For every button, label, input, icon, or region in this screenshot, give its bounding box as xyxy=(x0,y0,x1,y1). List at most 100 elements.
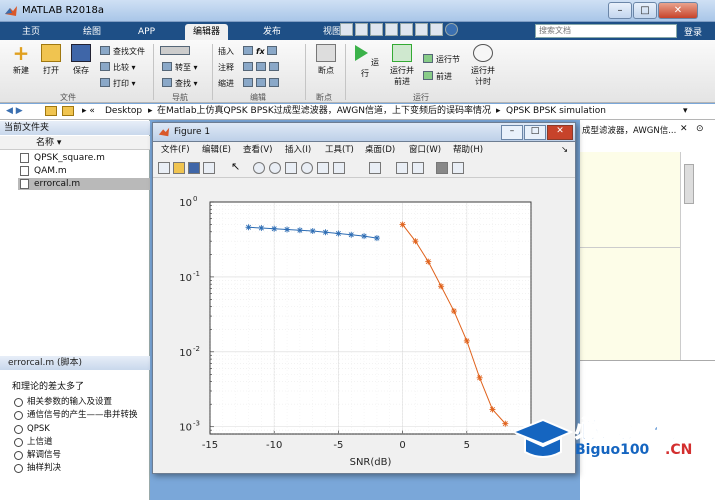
nav-back-forward-buttons[interactable] xyxy=(160,45,193,58)
find-button[interactable]: 查找 ▾ xyxy=(162,77,198,90)
code-section-item[interactable]: QPSK xyxy=(14,423,154,435)
run-section-button[interactable]: 运行节 xyxy=(423,53,460,66)
insert-button[interactable]: 插入 xyxy=(218,45,234,58)
y-tick-exponent: 0 xyxy=(193,195,197,203)
run-button[interactable]: 运行 xyxy=(350,44,380,79)
tab-editor[interactable]: 编辑器 xyxy=(185,24,229,40)
code-section-item[interactable]: 通信信号的产生——串并转换 xyxy=(14,409,154,421)
open-file-icon[interactable] xyxy=(173,162,185,174)
folder-icon xyxy=(41,44,61,62)
goto-button[interactable]: 转至 ▾ xyxy=(162,61,198,74)
undo-icon[interactable] xyxy=(400,23,413,36)
save-figure-icon[interactable] xyxy=(188,162,200,174)
link-plot-icon[interactable] xyxy=(369,162,381,174)
menu-tools[interactable]: 工具(T) xyxy=(325,143,354,157)
dock-arrow-icon[interactable]: ↘ xyxy=(561,143,568,157)
close-icon[interactable]: ✕ xyxy=(680,124,688,134)
open-button[interactable]: 打开 xyxy=(36,44,66,76)
breadcrumb-folder[interactable]: QPSK BPSK simulation xyxy=(506,104,606,119)
help-icon[interactable] xyxy=(445,23,458,36)
code-section-item[interactable]: 解调信号 xyxy=(14,449,154,461)
menu-window[interactable]: 窗口(W) xyxy=(409,143,441,157)
breakpoints-button[interactable]: 断点 xyxy=(311,44,341,76)
comment-icons[interactable] xyxy=(243,61,299,74)
breadcrumb-desktop[interactable]: Desktop xyxy=(105,104,142,119)
code-section-item[interactable]: 相关参数的输入及设置 xyxy=(14,396,154,408)
cut-icon[interactable] xyxy=(355,23,368,36)
run-and-time-button[interactable]: 运行并 计时 xyxy=(467,44,499,87)
search-documentation-input[interactable]: 搜索文档 xyxy=(535,24,677,38)
run-advance-icon xyxy=(392,44,412,62)
tab-apps[interactable]: APP xyxy=(130,24,163,40)
nav-arrows-icon xyxy=(160,46,190,55)
indent-icons[interactable] xyxy=(243,77,299,90)
hide-plot-tools-icon[interactable] xyxy=(436,162,448,174)
file-item[interactable]: QAM.m xyxy=(18,165,150,177)
comment-button[interactable]: 注释 xyxy=(218,61,234,74)
watermark-cn-domain: .CN xyxy=(665,442,693,458)
compare-button[interactable]: 比较 ▾ xyxy=(100,61,136,74)
tab-home[interactable]: 主页 xyxy=(14,24,48,40)
redo-icon[interactable] xyxy=(415,23,428,36)
figure-close-button[interactable]: ✕ xyxy=(547,125,573,140)
name-column-header[interactable]: 名称 ▾ xyxy=(0,136,150,150)
edit-icon-grid[interactable]: fx xyxy=(243,45,299,58)
data-cursor-icon[interactable] xyxy=(317,162,329,174)
address-bar[interactable]: ◀ ▶ ▸ « Desktop ▸ 在Matlab上仿真QPSK BPSK过成型… xyxy=(0,104,715,120)
data-point xyxy=(450,308,457,315)
show-plot-tools-icon[interactable] xyxy=(452,162,464,174)
legend-icon[interactable] xyxy=(412,162,424,174)
print-figure-icon[interactable] xyxy=(203,162,215,174)
new-button[interactable]: + 新建 xyxy=(6,41,36,76)
find-files-button[interactable]: 查找文件 xyxy=(100,45,145,58)
separator xyxy=(345,44,346,100)
back-forward-icon[interactable]: ◀ ▶ xyxy=(6,104,23,119)
pan-hand-icon[interactable] xyxy=(285,162,297,174)
chevron-down-icon[interactable]: ▾ xyxy=(683,104,688,119)
colorbar-icon[interactable] xyxy=(396,162,408,174)
zoom-out-icon[interactable] xyxy=(269,162,281,174)
breadcrumb-root-icon[interactable]: ▸ « xyxy=(82,104,95,119)
pointer-icon[interactable]: ↖ xyxy=(231,160,243,173)
advance-button[interactable]: 前进 xyxy=(423,70,452,83)
save-button[interactable]: 保存 xyxy=(66,44,96,76)
indent-button[interactable]: 缩进 xyxy=(218,77,234,90)
new-figure-icon[interactable] xyxy=(158,162,170,174)
brush-icon[interactable] xyxy=(333,162,345,174)
figure-maximize-button[interactable]: □ xyxy=(524,125,546,140)
zoom-in-icon[interactable] xyxy=(253,162,265,174)
login-link[interactable]: 登录 xyxy=(684,25,702,38)
menu-insert[interactable]: 插入(I) xyxy=(285,143,311,157)
code-section-item[interactable]: 上信道 xyxy=(14,436,154,448)
rotate-3d-icon[interactable] xyxy=(301,162,313,174)
run-and-advance-button[interactable]: 运行并 前进 xyxy=(386,44,418,87)
editor-code-area[interactable] xyxy=(580,152,681,360)
editor-tab-label[interactable]: 成型滤波器，AWGN信... xyxy=(582,124,676,136)
figure-toolbar: ↖ xyxy=(153,158,575,178)
more-options-icon[interactable]: ⊙ xyxy=(696,124,704,134)
menu-edit[interactable]: 编辑(E) xyxy=(202,143,231,157)
switch-windows-icon[interactable] xyxy=(430,23,443,36)
save-icon[interactable] xyxy=(340,23,353,36)
figure-minimize-button[interactable]: – xyxy=(501,125,523,140)
close-button[interactable]: ✕ xyxy=(658,2,698,19)
file-item[interactable]: QPSK_square.m xyxy=(18,152,150,164)
scrollbar[interactable] xyxy=(684,164,694,204)
file-item-selected[interactable]: errorcal.m xyxy=(18,178,150,190)
increase-indent-icon xyxy=(256,78,266,87)
tab-plots[interactable]: 绘图 xyxy=(75,24,109,40)
print-button[interactable]: 打印 ▾ xyxy=(100,77,136,90)
breadcrumb-project[interactable]: 在Matlab上仿真QPSK BPSK过成型滤波器，AWGN信道，上下变频后的误… xyxy=(157,104,491,119)
copy-icon[interactable] xyxy=(370,23,383,36)
tab-publish[interactable]: 发布 xyxy=(255,24,289,40)
menu-view[interactable]: 查看(V) xyxy=(243,143,272,157)
menu-desktop[interactable]: 桌面(D) xyxy=(365,143,395,157)
browse-folder-icon[interactable] xyxy=(62,106,74,116)
plus-icon: + xyxy=(12,41,30,65)
maximize-button[interactable]: □ xyxy=(633,2,657,19)
menu-file[interactable]: 文件(F) xyxy=(161,143,190,157)
menu-help[interactable]: 帮助(H) xyxy=(453,143,483,157)
code-section-item[interactable]: 抽样判决 xyxy=(14,462,154,474)
minimize-button[interactable]: – xyxy=(608,2,632,19)
paste-icon[interactable] xyxy=(385,23,398,36)
